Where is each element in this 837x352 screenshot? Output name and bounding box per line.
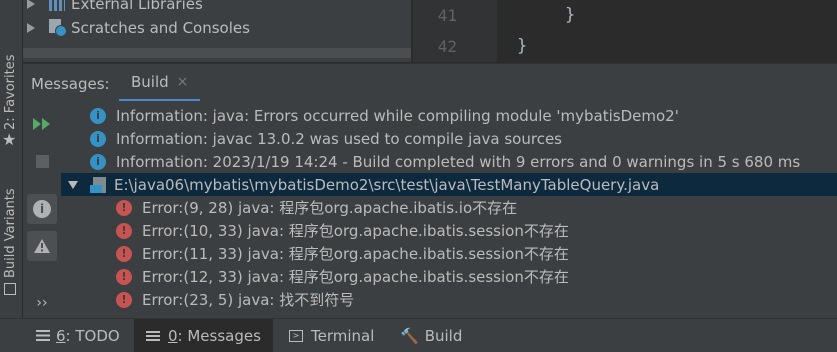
editor-gutter: 41 42 [413, 0, 513, 62]
list-item[interactable]: ! Error:(23, 5) java: 找不到符号 [61, 288, 837, 311]
message-text: Error:(12, 33) java: 程序包org.apache.ibati… [142, 268, 569, 286]
error-icon: ! [116, 199, 132, 216]
hammer-icon: 🔨 [400, 326, 419, 345]
message-text: Information: 2023/1/19 14:24 - Build com… [116, 152, 801, 171]
more-actions-button[interactable]: ›› [27, 288, 57, 318]
list-item[interactable]: E:\java06\mybatis\mybatisDemo2\src\test\… [61, 173, 837, 196]
bottom-tool-bar: 6: TODO 0: Messages > Terminal 🔨 Build [0, 318, 837, 352]
expand-arrow-icon[interactable] [27, 23, 35, 33]
build-variants-label: Build Variants [3, 188, 18, 278]
message-text: Error:(11, 33) java: 程序包org.apache.ibati… [142, 245, 569, 263]
info-icon: i [90, 130, 106, 147]
file-path: E:\java06\mybatis\mybatisDemo2\src\test\… [114, 175, 660, 194]
tree-item-external-libraries[interactable]: External Libraries [23, 0, 203, 16]
tool-window-title: Messages: [31, 75, 110, 93]
info-icon: i [90, 107, 106, 124]
rerun-button[interactable] [27, 109, 57, 139]
message-list[interactable]: i Information: java: Errors occurred whi… [61, 101, 837, 318]
message-text: Error:(10, 33) java: 程序包org.apache.ibati… [142, 222, 569, 240]
todo-tool-button[interactable]: 6: TODO [36, 319, 130, 352]
list-item[interactable]: ! Error:(12, 33) java: 程序包org.apache.iba… [61, 265, 837, 288]
build-label: Build [424, 326, 463, 345]
info-icon: i [90, 153, 106, 170]
library-icon [49, 0, 65, 11]
project-tree: External Libraries Scratches and Console… [23, 0, 411, 62]
messages-tool-button[interactable]: 0: Messages [134, 319, 273, 352]
build-variants-tool-button[interactable]: Build Variants [0, 176, 22, 286]
line-number: 41 [437, 6, 457, 25]
message-text: Information: javac 13.0.2 was used to co… [116, 129, 562, 148]
error-icon: ! [116, 291, 132, 308]
rerun-icon [33, 118, 50, 130]
code-line: } [565, 5, 576, 25]
error-icon: ! [116, 222, 132, 239]
info-icon: i [33, 200, 51, 218]
list-item[interactable]: ! Error:(10, 33) java: 程序包org.apache.iba… [61, 219, 837, 242]
show-info-toggle[interactable]: i [27, 194, 57, 224]
list-item[interactable]: ! Error:(11, 33) java: 程序包org.apache.iba… [61, 242, 837, 265]
list-icon [36, 330, 50, 341]
warning-icon [34, 239, 50, 253]
message-text: Error:(9, 28) java: 程序包org.apache.ibatis… [142, 199, 518, 217]
tool-window-header: Messages: Build × [23, 63, 837, 102]
chevron-double-right-icon: ›› [36, 295, 48, 311]
stop-icon [35, 154, 49, 168]
star-icon: ★ [2, 130, 17, 149]
tool-window-toolbar: i ›› [23, 101, 61, 318]
build-tool-button[interactable]: 🔨 Build [400, 319, 462, 352]
left-tool-strip: 2: Favorites ★ Build Variants [0, 0, 23, 318]
tree-item-scratches[interactable]: Scratches and Consoles [23, 16, 250, 40]
list-item[interactable]: i Information: javac 13.0.2 was used to … [61, 127, 837, 150]
terminal-tool-button[interactable]: > Terminal [289, 319, 374, 352]
tab-build[interactable]: Build × [119, 64, 201, 102]
tab-build-label: Build [131, 72, 169, 91]
messages-icon [146, 330, 160, 341]
build-variants-icon [4, 283, 16, 295]
expand-arrow-icon[interactable] [27, 0, 35, 9]
close-icon[interactable]: × [177, 74, 189, 90]
todo-label: : TODO [65, 326, 120, 345]
collapse-arrow-icon[interactable] [68, 180, 78, 189]
list-item[interactable]: i Information: 2023/1/19 14:24 - Build c… [61, 150, 837, 173]
messages-label: : Messages [177, 326, 261, 345]
code-editor[interactable]: } } [497, 0, 837, 62]
messages-mnemonic: 0 [168, 326, 178, 345]
message-text: Error:(23, 5) java: 找不到符号 [142, 291, 355, 309]
tree-item-label: External Libraries [71, 0, 203, 13]
list-item[interactable]: ! Error:(9, 28) java: 程序包org.apache.ibat… [61, 196, 837, 219]
error-icon: ! [116, 245, 132, 262]
code-line: } [517, 36, 528, 56]
list-item[interactable]: i Information: java: Errors occurred whi… [61, 104, 837, 127]
message-text: Information: java: Errors occurred while… [116, 106, 679, 125]
error-icon: ! [116, 268, 132, 285]
java-file-icon [90, 176, 106, 193]
terminal-icon: > [289, 329, 303, 342]
line-number: 42 [437, 37, 457, 56]
tree-item-label: Scratches and Consoles [71, 19, 250, 37]
show-warnings-toggle[interactable] [27, 231, 57, 261]
tree-scrollbar[interactable] [23, 48, 411, 58]
terminal-label: Terminal [311, 326, 375, 345]
stop-button[interactable] [27, 146, 57, 176]
scratches-icon [49, 19, 67, 37]
todo-mnemonic: 6 [56, 326, 66, 345]
favorites-label: 2: Favorites [3, 54, 18, 130]
